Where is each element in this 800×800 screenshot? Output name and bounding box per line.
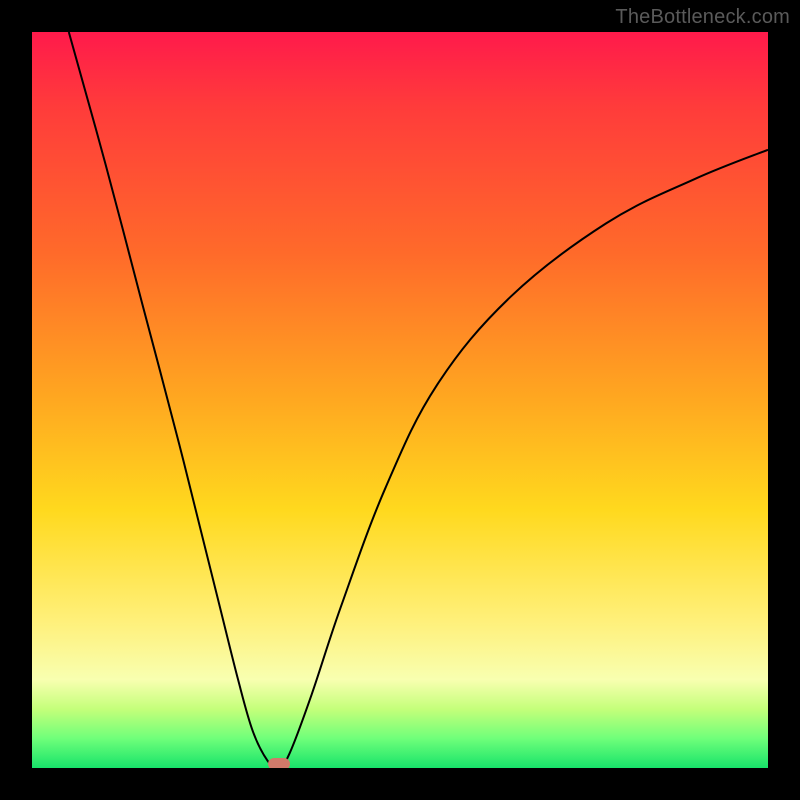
optimal-point-marker [268,758,290,768]
curve-layer [32,32,768,768]
attribution-text: TheBottleneck.com [615,6,790,29]
bottleneck-curve [69,32,768,768]
plot-area [32,32,768,768]
chart-frame: TheBottleneck.com [0,0,800,800]
